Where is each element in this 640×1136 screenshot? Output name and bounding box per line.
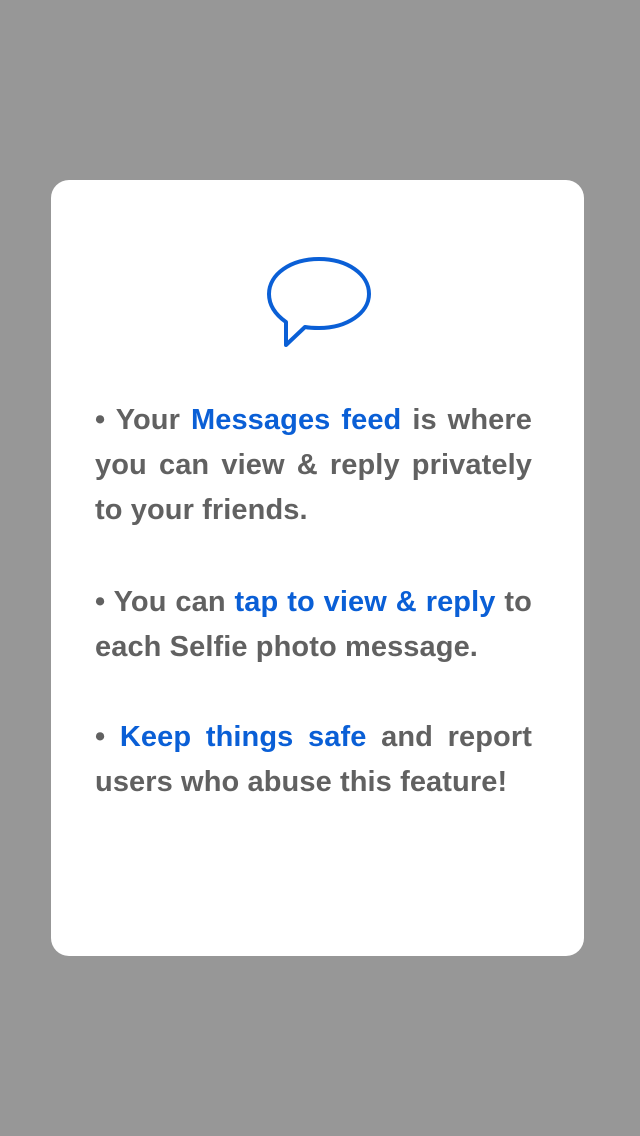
speech-bubble-icon [265,254,377,354]
tip-tap-to-view: • You can tap to view & reply to each Se… [95,580,532,670]
bullet: • [95,586,106,618]
tip-messages-feed: • Your Messages feed is where you can vi… [95,398,532,533]
bullet: • [95,721,106,753]
tip-text: Your [115,404,180,436]
tip-text: You can [113,586,226,618]
tip-keep-safe: • Keep things safe and report users who … [95,715,532,805]
bullet: • [95,404,106,436]
tip-highlight-tap-to-view: tap to view & reply [234,586,496,618]
tip-highlight-messages-feed: Messages feed [190,404,402,436]
tip-highlight-keep-safe: Keep things safe [119,721,367,753]
